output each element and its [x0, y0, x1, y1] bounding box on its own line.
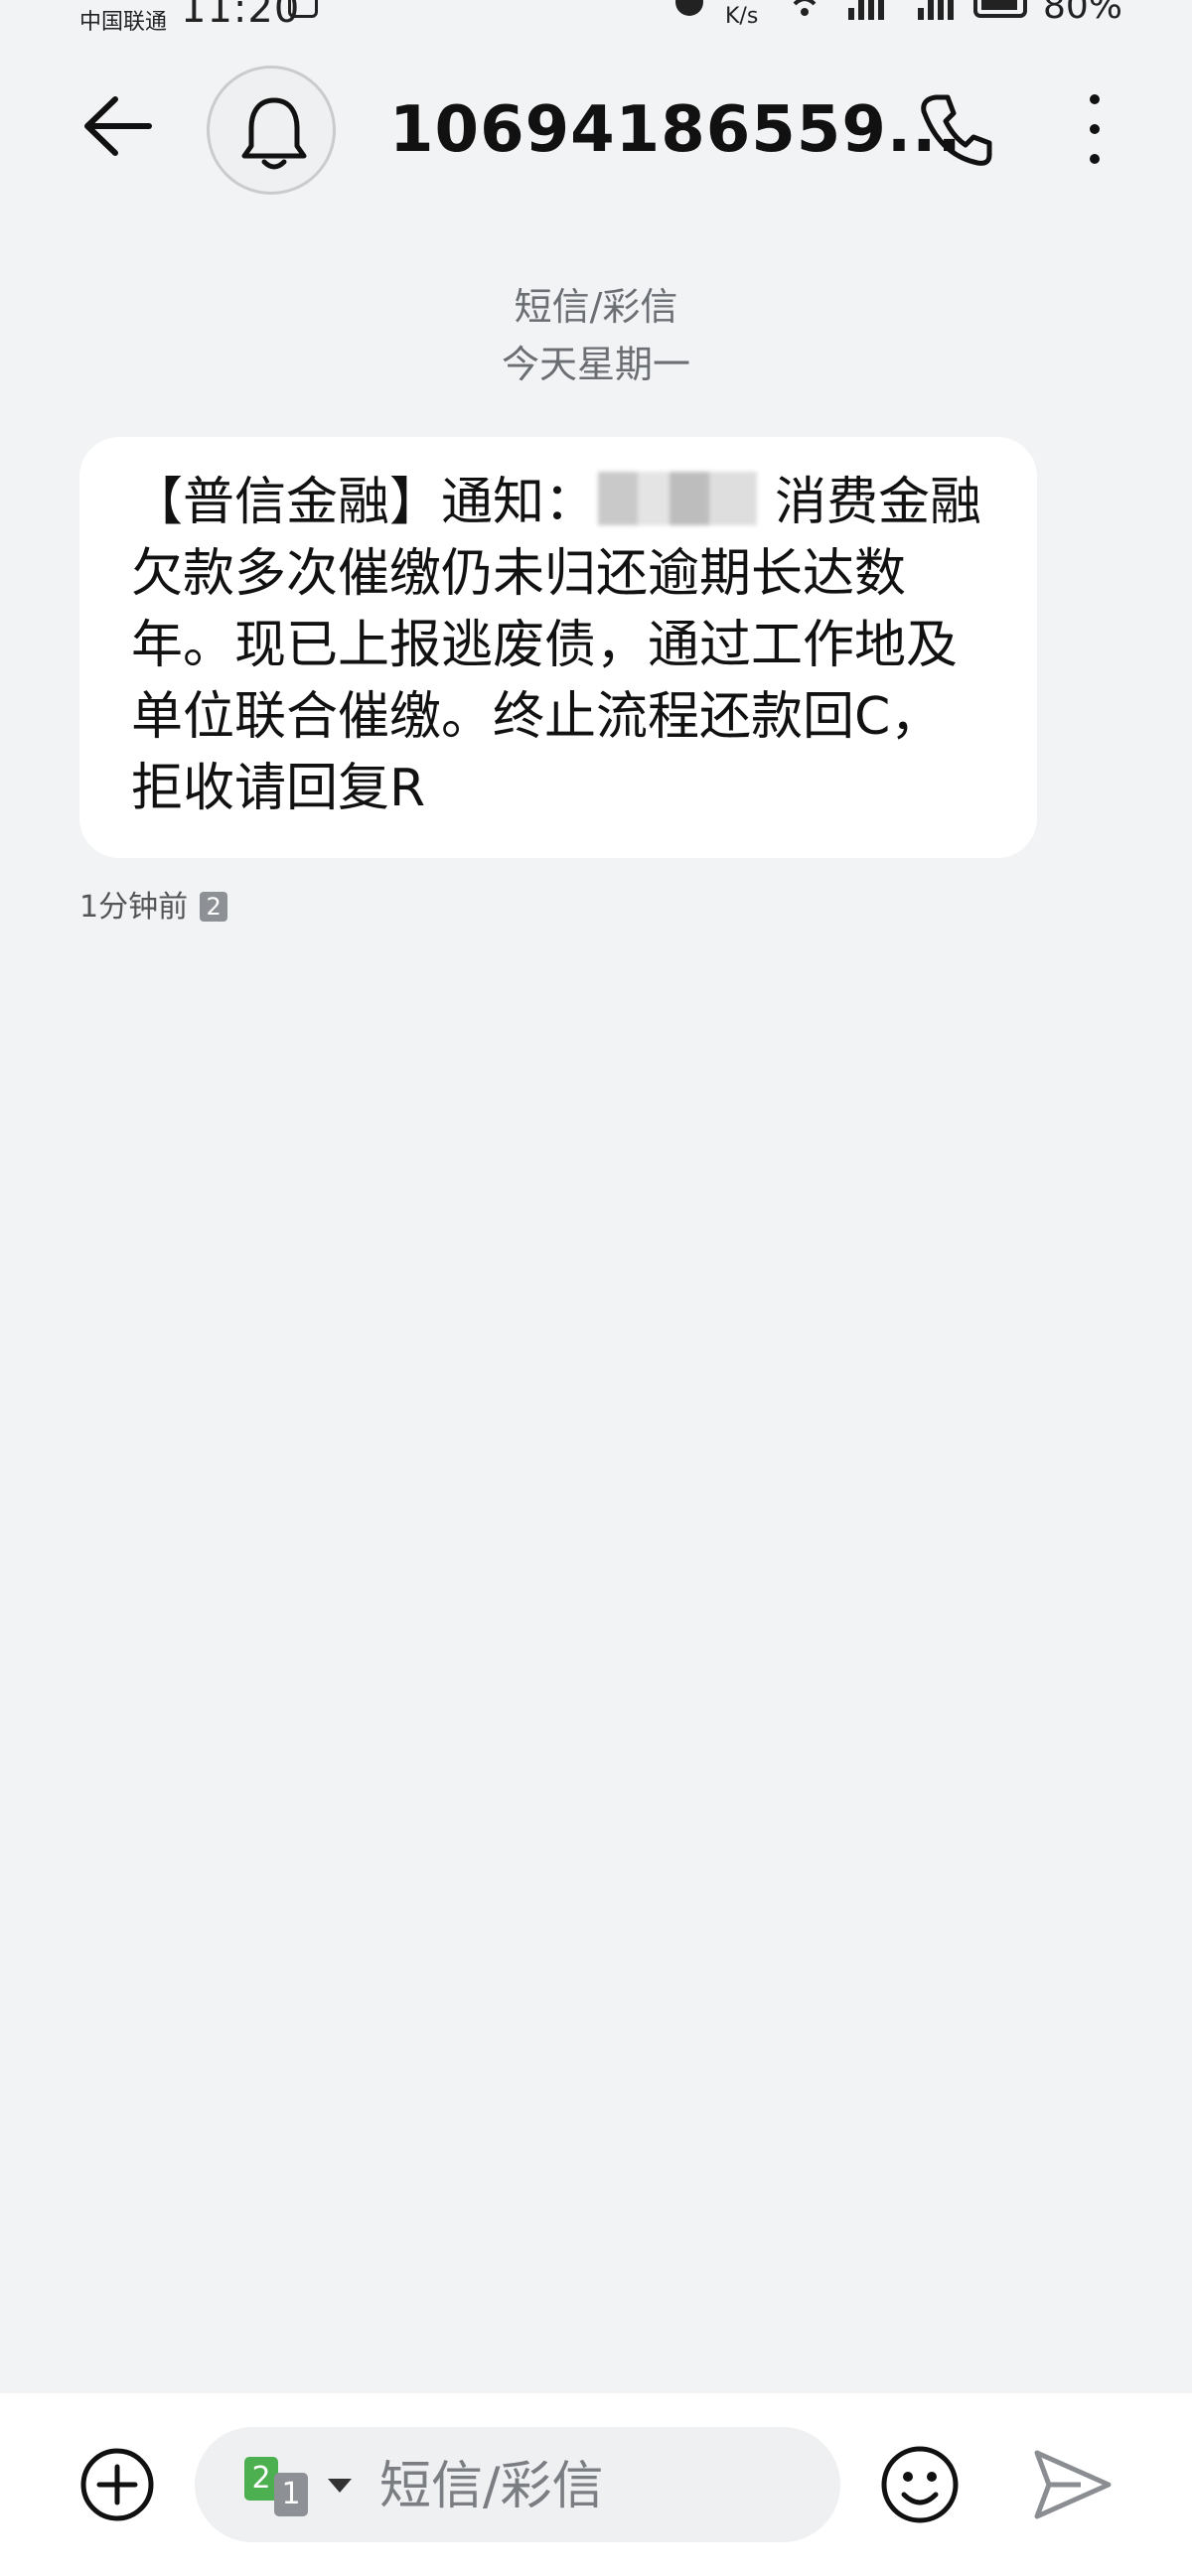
chevron-down-icon: [328, 2479, 352, 2493]
redacted-name: [598, 472, 758, 525]
more-vertical-icon[interactable]: [1075, 89, 1115, 169]
avatar[interactable]: [207, 66, 336, 195]
message-time: 1分钟前: [79, 890, 189, 925]
signal-icon-sim2: [918, 0, 954, 20]
thread-date-label: 今天星期一: [501, 343, 690, 386]
back-arrow-icon[interactable]: [79, 91, 159, 161]
phone-icon[interactable]: [916, 89, 995, 169]
message-text: 【普信金融】通知： 消费金融欠款多次催缴仍未归还逾期长达数年。现已上报逃废债，通过…: [131, 467, 987, 824]
clock: 11:20: [181, 0, 301, 32]
battery-icon: [973, 0, 1027, 18]
alarm-icon: [675, 0, 703, 16]
sim-badge: 2: [200, 892, 228, 922]
thread-type-label: 短信/彩信: [514, 285, 678, 329]
sim-selector[interactable]: 2 1: [244, 2457, 354, 2516]
status-bar: 中国联通 11:20 K/s 80%: [0, 0, 1192, 36]
add-circle-icon[interactable]: [77, 2445, 157, 2524]
battery-level: 80%: [1043, 0, 1123, 27]
message-meta: 1分钟前 2: [79, 882, 228, 926]
message-input[interactable]: [379, 2457, 817, 2516]
contact-title: 10694186559...: [389, 93, 963, 167]
message-bubble[interactable]: 【普信金融】通知： 消费金融欠款多次催缴仍未归还逾期长达数年。现已上报逃废债，通过…: [79, 437, 1037, 858]
network-speed: K/s: [725, 4, 759, 29]
carrier-label: 中国联通: [79, 10, 168, 35]
emoji-icon[interactable]: [878, 2443, 962, 2526]
bell-icon: [241, 97, 307, 170]
compose-field[interactable]: 2 1: [195, 2427, 840, 2542]
sim-secondary-badge: 1: [274, 2473, 308, 2516]
wifi-icon: [793, 0, 817, 16]
message-text-start: 【普信金融】通知：: [131, 473, 597, 532]
signal-icon-sim1: [848, 0, 884, 20]
composer-bar: 2 1: [0, 2393, 1192, 2576]
nfc-icon: [288, 0, 318, 18]
sim-primary-badge: 2: [244, 2457, 278, 2501]
send-icon[interactable]: [1031, 2445, 1115, 2524]
conversation-header: 10694186559...: [0, 60, 1192, 209]
